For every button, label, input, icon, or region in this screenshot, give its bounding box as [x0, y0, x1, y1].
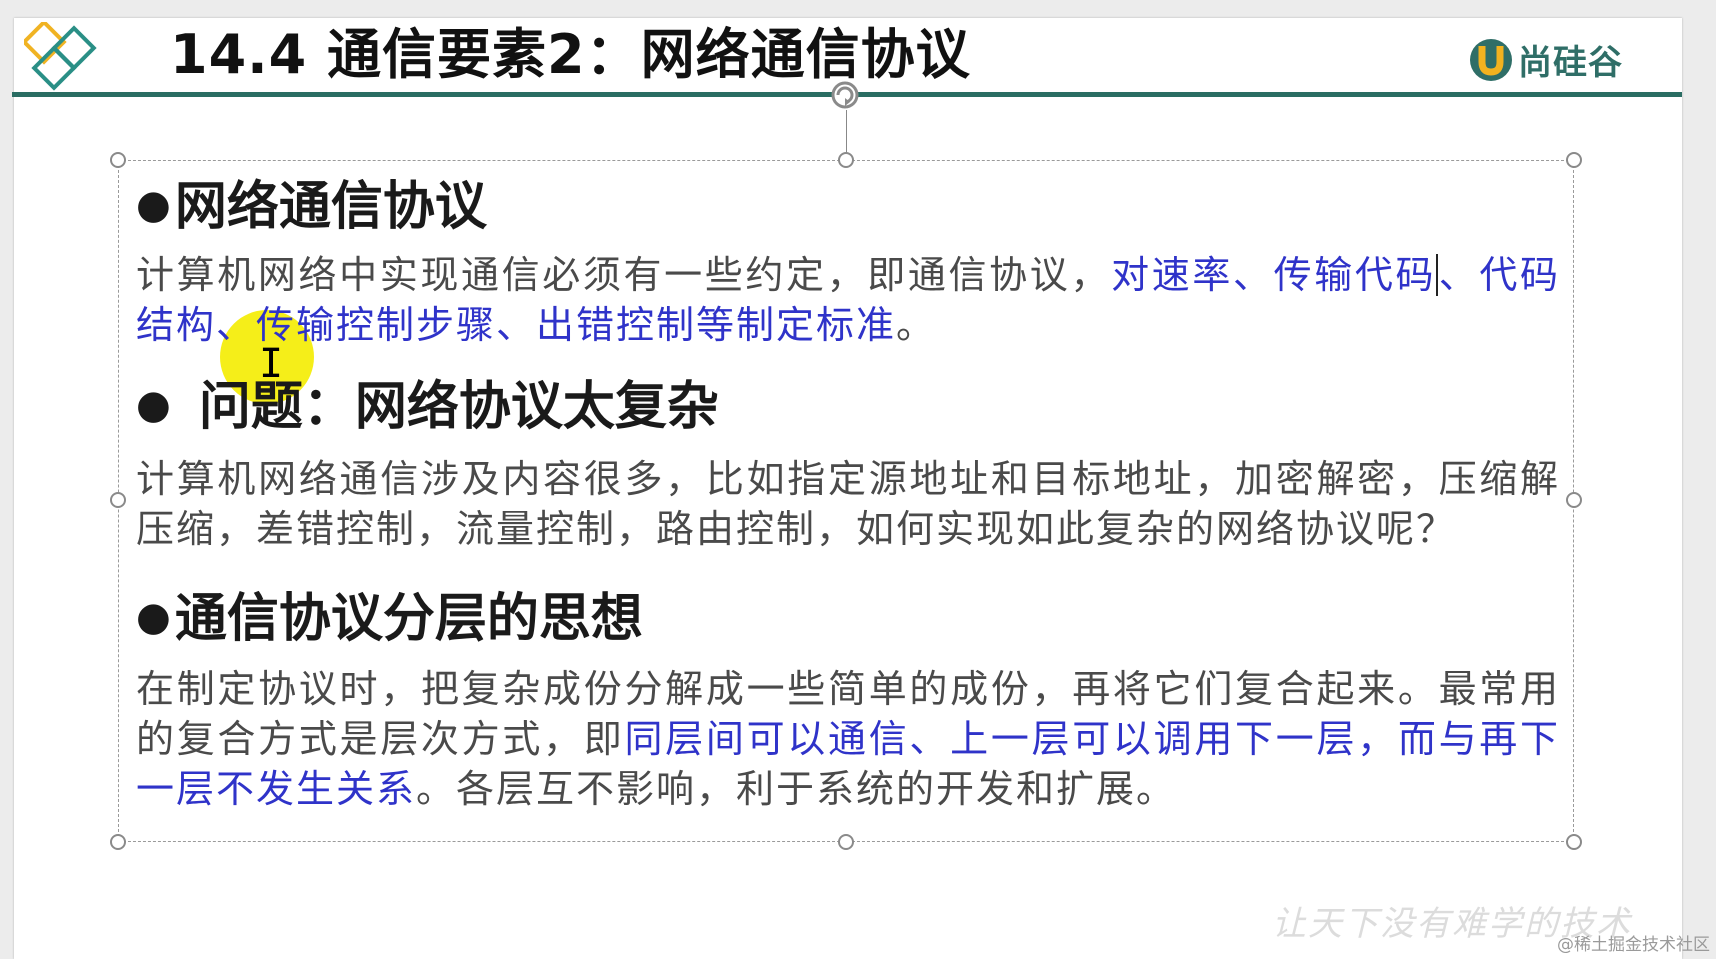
rotate-handle-stem	[846, 110, 847, 156]
resize-handle-bottom[interactable]	[838, 834, 854, 850]
slide-content: ●网络通信协议 计算机网络中实现通信必须有一些约定，即通信协议，对速率、传输代码…	[136, 172, 1560, 814]
bullet: ●	[136, 593, 171, 640]
diamond-logo-icon	[24, 22, 97, 91]
resize-handle-top[interactable]	[838, 152, 854, 168]
brand-name: 尚硅谷	[1518, 42, 1623, 83]
section-body-protocol: 计算机网络中实现通信必须有一些约定，即通信协议，对速率、传输代码、代码结构、传输…	[136, 253, 1560, 347]
resize-handle-top-left[interactable]	[110, 152, 126, 168]
rotate-handle-icon[interactable]	[828, 78, 862, 112]
bullet: ●	[136, 381, 171, 428]
section-heading-protocol: ●网络通信协议	[136, 176, 487, 237]
resize-handle-bottom-right[interactable]	[1566, 834, 1582, 850]
resize-handle-right[interactable]	[1566, 492, 1582, 508]
resize-handle-bottom-left[interactable]	[110, 834, 126, 850]
section-heading-layering: ●通信协议分层的思想	[136, 588, 643, 649]
bullet: ●	[136, 181, 171, 228]
u-logo-icon	[1470, 39, 1512, 81]
i-beam-cursor-icon: I	[259, 341, 284, 387]
resize-handle-top-right[interactable]	[1566, 152, 1582, 168]
section-heading-problem: ● 问题：网络协议太复杂	[136, 376, 719, 437]
section-body-problem: 计算机网络通信涉及内容很多，比如指定源地址和目标地址，加密解密，压缩解压缩，差错…	[136, 457, 1560, 551]
site-credit: @稀土掘金技术社区	[1557, 935, 1710, 955]
resize-handle-left[interactable]	[110, 492, 126, 508]
section-body-layering: 在制定协议时，把复杂成份分解成一些简单的成份，再将它们复合起来。最常用的复合方式…	[136, 667, 1560, 811]
brand-logo: 尚硅谷	[1468, 34, 1623, 84]
